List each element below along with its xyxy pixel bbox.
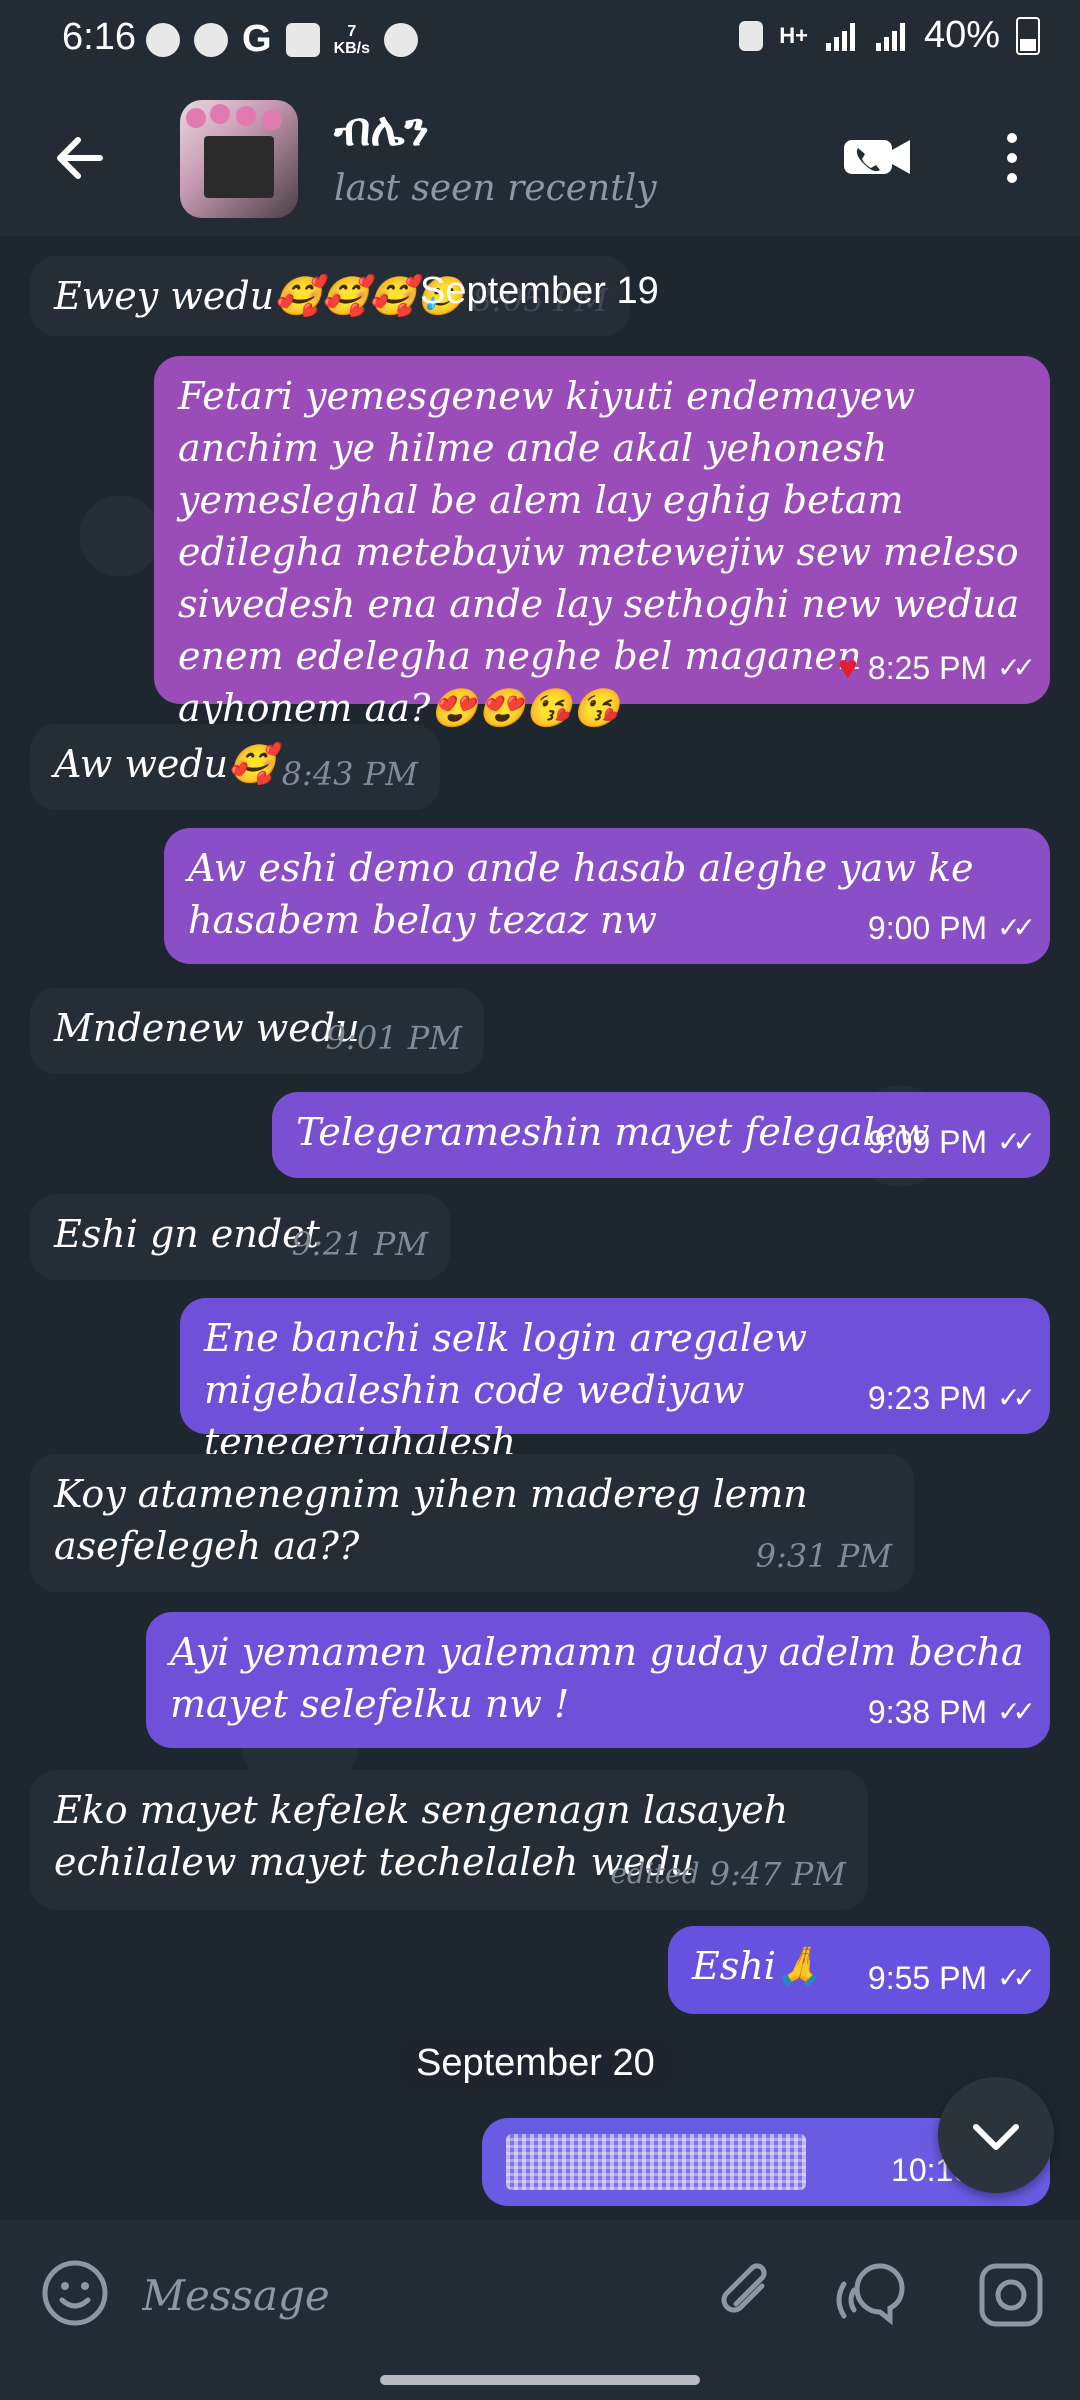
message-text: Mndenew wedu <box>54 1006 360 1050</box>
scroll-down-button[interactable] <box>938 2077 1054 2193</box>
message-incoming[interactable]: Eko mayet kefelek sengenagn lasayeh echi… <box>30 1770 868 1910</box>
read-check-icon: ✓✓ <box>997 1696 1036 1727</box>
read-check-icon: ✓✓ <box>997 1382 1036 1413</box>
read-check-icon: ✓✓ <box>997 1962 1036 1993</box>
message-outgoing[interactable]: Eshi🙏 9:55 PM ✓✓ <box>668 1926 1050 2014</box>
status-bar: 6:16 G 7 KB/s H+ 40% <box>0 0 1080 78</box>
contact-status: last seen recently <box>334 168 657 209</box>
message-time: 9:21 PM <box>291 1225 428 1263</box>
chat-header: ብሌን last seen recently <box>0 78 1080 236</box>
more-options-icon[interactable] <box>1000 130 1024 186</box>
message-text: Telegerameshin mayet felegalew <box>296 1110 930 1154</box>
message-time: 9:31 PM <box>755 1537 892 1575</box>
spoiler-content[interactable] <box>506 2133 806 2190</box>
voice-message-icon[interactable] <box>836 2256 916 2332</box>
battery-icon <box>1016 16 1040 55</box>
message-input[interactable] <box>140 2264 644 2326</box>
lock-icon <box>739 20 764 51</box>
notification-app-icon <box>194 22 228 57</box>
message-time: 9:47 PM <box>709 1855 846 1893</box>
paperclip-icon[interactable] <box>710 2256 780 2332</box>
message-incoming[interactable]: Koy atamenegnim yihen madereg lemn asefe… <box>30 1454 914 1592</box>
message-outgoing[interactable]: Telegerameshin mayet felegalew 9:09 PM ✓… <box>272 1092 1050 1178</box>
read-check-icon: ✓✓ <box>997 912 1036 943</box>
date-separator: September 20 <box>396 2036 675 2091</box>
battery-percent: 40% <box>923 14 1000 56</box>
message-input-bar <box>0 2220 1080 2400</box>
call-icon[interactable] <box>842 136 912 178</box>
chat-area[interactable]: Ewey wedu🥰🥰🥰🥲 8:05 PM September 19 Fetar… <box>0 236 1080 2220</box>
message-text: Ene banchi selk login aregalew migebales… <box>204 1316 807 1464</box>
signal-icon <box>824 21 858 51</box>
home-indicator[interactable] <box>380 2375 700 2385</box>
avatar[interactable] <box>180 100 298 218</box>
message-outgoing[interactable]: Fetari yemesgenew kiyuti endemayew anchi… <box>154 356 1050 730</box>
network-type: H+ <box>779 22 808 48</box>
message-outgoing[interactable]: Aw eshi demo ande hasab aleghe yaw ke ha… <box>164 828 1050 964</box>
gallery-icon <box>285 22 320 57</box>
notification-app-icon <box>146 22 180 57</box>
message-incoming[interactable]: Aw wedu🥰 8:43 PM <box>30 724 440 810</box>
signal-icon <box>874 21 908 51</box>
message-time: 9:01 PM <box>325 1019 462 1057</box>
message-time: 9:09 PM <box>867 1124 988 1160</box>
message-incoming[interactable]: Mndenew wedu 9:01 PM <box>30 988 484 1074</box>
network-speed: 7 KB/s <box>333 22 371 57</box>
message-time: 8:25 PM <box>867 650 988 686</box>
date-separator: September 19 <box>420 270 659 312</box>
google-icon: G <box>242 18 272 60</box>
message-outgoing[interactable]: Ene banchi selk login aregalew migebales… <box>180 1298 1050 1464</box>
edited-label: edited <box>610 1857 700 1890</box>
status-right: H+ 40% <box>739 14 1040 57</box>
read-check-icon: ✓✓ <box>997 1126 1036 1157</box>
message-time: 9:23 PM <box>867 1380 988 1416</box>
message-outgoing[interactable]: Ayi yemamen yalemamn guday adelm becha m… <box>146 1612 1050 1748</box>
back-arrow-icon[interactable] <box>50 128 110 188</box>
emoji-icon[interactable] <box>40 2258 110 2328</box>
message-text: Eshi gn endet <box>54 1212 320 1256</box>
status-time: 6:16 <box>62 16 136 58</box>
message-time: 9:38 PM <box>867 1694 988 1730</box>
camera-icon[interactable] <box>976 2260 1046 2330</box>
message-time: 9:55 PM <box>867 1960 988 1996</box>
message-text: Aw eshi demo ande hasab aleghe yaw ke ha… <box>188 846 974 942</box>
notification-icons: G 7 KB/s <box>146 18 419 61</box>
message-incoming[interactable]: Eshi gn endet 9:21 PM <box>30 1194 450 1280</box>
message-time: 8:43 PM <box>281 755 418 793</box>
message-time: 9:00 PM <box>867 910 988 946</box>
chevron-down-icon <box>973 2124 1019 2150</box>
message-text: Koy atamenegnim yihen madereg lemn asefe… <box>54 1472 808 1568</box>
play-icon <box>384 22 419 57</box>
contact-name[interactable]: ብሌን <box>334 102 429 158</box>
read-check-icon: ✓✓ <box>997 652 1036 683</box>
heart-reaction-icon[interactable]: ♥ <box>838 642 858 694</box>
message-text: Eshi🙏 <box>692 1944 824 1988</box>
message-text: Aw wedu🥰 <box>54 742 276 786</box>
